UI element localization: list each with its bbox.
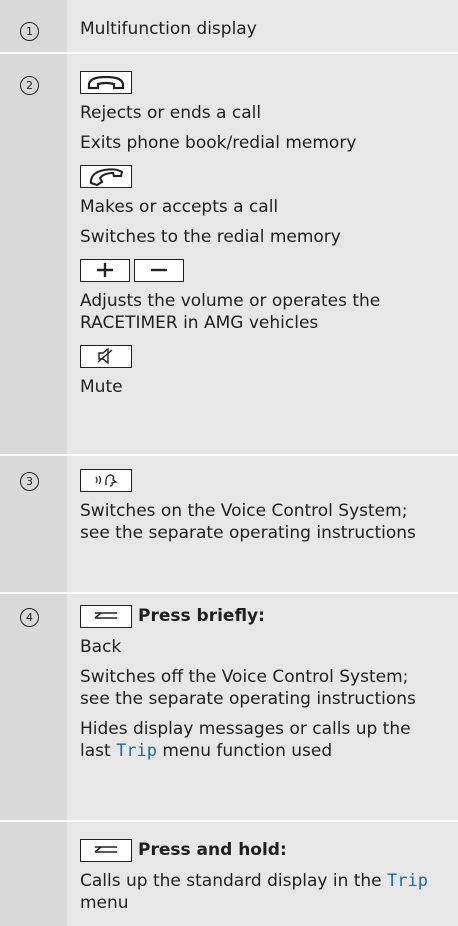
row-body: Press briefly: Back Switches off the Voi…	[67, 594, 458, 820]
trip-text-after: menu function used	[157, 741, 333, 761]
row-description: Switches on the Voice Control System; se…	[80, 501, 416, 543]
row-description: Multifunction display	[80, 19, 257, 39]
row-number: 4	[20, 608, 39, 627]
back-arrow-icon	[80, 604, 132, 628]
row-body: Switches on the Voice Control System; se…	[67, 456, 458, 592]
row-body: Press and hold: Calls up the standard di…	[67, 822, 458, 926]
row-description: Calls up the standard display in the Tri…	[80, 870, 440, 914]
row-description: Switches to the redial memory	[80, 227, 341, 247]
row-description: Makes or accepts a call	[80, 197, 279, 217]
plus-icon	[80, 258, 130, 282]
row-number-cell	[0, 822, 67, 926]
row-number: 2	[20, 76, 39, 95]
row-number-cell: 1	[0, 0, 67, 52]
row-description: Switches off the Voice Control System; s…	[80, 667, 416, 709]
trip-text-after: menu	[80, 893, 129, 913]
trip-menu-name: Trip	[116, 741, 158, 761]
row-description: Exits phone book/redial memory	[80, 133, 357, 153]
row-number: 1	[20, 22, 39, 41]
row-description: Mute	[80, 377, 123, 397]
table-row: 4 Press briefly: Back Switches off the V…	[0, 594, 458, 822]
row-body: Rejects or ends a call Exits phone book/…	[67, 54, 458, 454]
row-number-cell: 3	[0, 456, 67, 592]
row-description: Hides display messages or calls up the l…	[80, 718, 440, 762]
table-row: 1 Multifunction display	[0, 0, 458, 54]
row-description: Adjusts the volume or operates the RACET…	[80, 291, 381, 333]
trip-text-before: Calls up the standard display in the	[80, 871, 388, 891]
press-heading: Press briefly:	[138, 606, 265, 626]
mute-speaker-icon	[80, 344, 132, 368]
row-description: Rejects or ends a call	[80, 103, 262, 123]
row-number-cell: 4	[0, 594, 67, 820]
table-row: 3 Switches on the Voice Control System; …	[0, 456, 458, 594]
row-body: Multifunction display	[67, 0, 458, 52]
row-number: 3	[20, 472, 39, 491]
back-arrow-icon	[80, 838, 132, 862]
trip-menu-name: Trip	[387, 871, 428, 891]
function-table: 1 Multifunction display 2 Rejects or end…	[0, 0, 458, 926]
row-number-cell: 2	[0, 54, 67, 454]
press-heading: Press and hold:	[138, 840, 287, 860]
minus-icon	[134, 258, 184, 282]
phone-handset-icon	[80, 164, 132, 188]
voice-control-icon	[80, 468, 132, 492]
table-row: 2 Rejects or ends a call Exits phone boo…	[0, 54, 458, 456]
table-row: Press and hold: Calls up the standard di…	[0, 822, 458, 926]
row-description: Back	[80, 637, 122, 657]
phone-hangup-icon	[80, 70, 132, 94]
